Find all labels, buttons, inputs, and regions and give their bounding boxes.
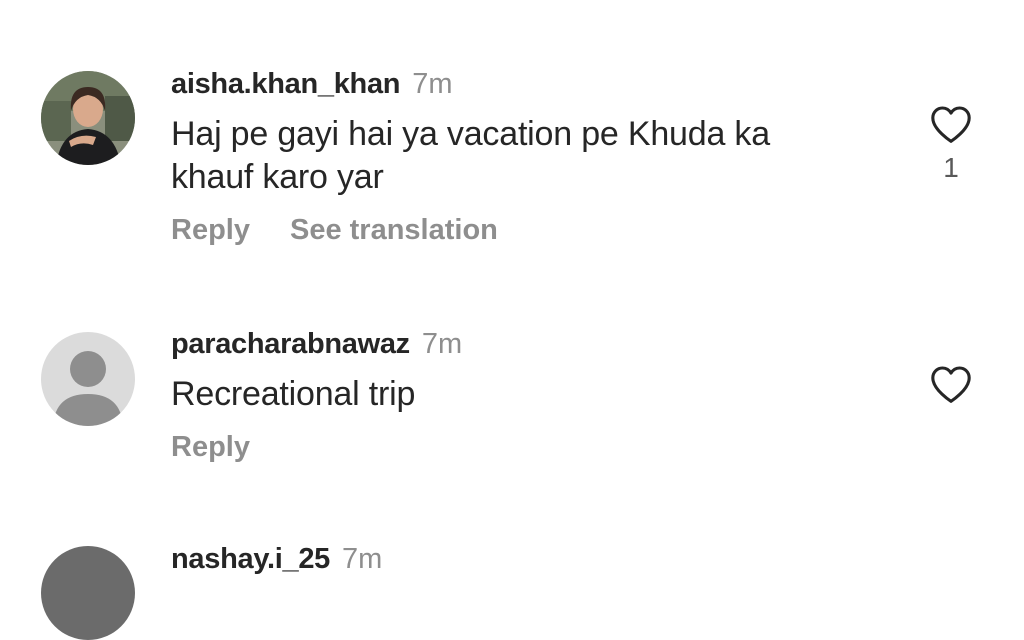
heart-outline-icon[interactable] — [929, 104, 973, 144]
comment-actions: Reply — [171, 430, 871, 464]
see-translation-button[interactable]: See translation — [290, 214, 498, 246]
comment-body: nashay.i_25 7m — [171, 542, 871, 576]
heart-outline-icon[interactable] — [929, 364, 973, 404]
reply-button[interactable]: Reply — [171, 431, 250, 463]
comment-text: Haj pe gayi hai ya vacation pe Khuda ka … — [171, 113, 871, 199]
comment-body: aisha.khan_khan 7m Haj pe gayi hai ya vac… — [171, 67, 871, 247]
comment-meta: paracharabnawaz 7m — [171, 327, 871, 361]
comment-meta: nashay.i_25 7m — [171, 542, 871, 576]
comment-time: 7m — [342, 543, 383, 575]
comment-time: 7m — [421, 328, 463, 360]
avatar[interactable] — [41, 71, 135, 165]
like-control — [929, 364, 973, 404]
avatar[interactable] — [41, 332, 135, 426]
profile-photo — [41, 71, 135, 165]
avatar[interactable] — [41, 546, 135, 640]
reply-button[interactable]: Reply — [171, 214, 250, 246]
default-avatar-icon — [41, 332, 135, 426]
comment-time: 7m — [412, 68, 453, 100]
comment-text: Recreational trip — [171, 375, 416, 413]
comment-body: paracharabnawaz 7m Recreational trip Repl… — [171, 327, 871, 464]
username-link[interactable]: aisha.khan_khan — [171, 68, 401, 100]
like-control: 1 — [929, 104, 973, 184]
comment-text-line: khauf karo yar — [171, 158, 384, 196]
username-link[interactable]: nashay.i_25 — [171, 543, 330, 575]
like-count: 1 — [943, 152, 959, 183]
comment-actions: Reply See translation — [171, 213, 871, 247]
profile-photo — [41, 546, 135, 640]
comment-text-line: Haj pe gayi hai ya vacation pe Khuda ka — [171, 115, 770, 153]
comment-meta: aisha.khan_khan 7m — [171, 67, 871, 101]
username-link[interactable]: paracharabnawaz — [171, 328, 410, 360]
